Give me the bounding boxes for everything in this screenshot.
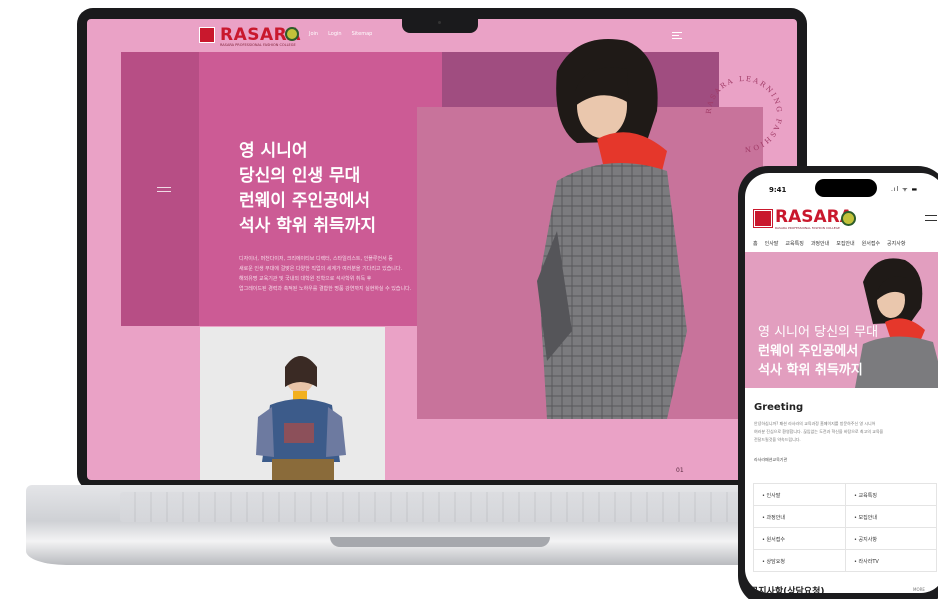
logo-mark-icon[interactable]	[754, 210, 772, 227]
greeting-line: 안녕하십니까? 패션 라사라의 교육과정 홈페이지를 방문하주신 영 시니어	[754, 421, 876, 426]
headline-line: 영 시니어	[239, 141, 308, 161]
laptop-screen: RASARA RASARA PROFESSIONAL FASHION COLLE…	[87, 19, 797, 480]
quick-links-grid: • 인사말 • 교육특징 • 과정안내 • 모집안내 • 원서접수 • 공지사항…	[753, 483, 937, 572]
mobile-hero-line3: 석사 학위 취득까지	[758, 363, 863, 378]
hero-paragraph: 디자이너, 머천다이저, 크리에이티브 디렉터, 스타일리스트, 인플루언서 등…	[239, 254, 411, 294]
quick-links-row: • 상담요청 • 라사라TV	[753, 550, 937, 572]
headline-line: 석사 학위 취득까지	[239, 216, 376, 236]
nav-login[interactable]: Login	[328, 31, 342, 37]
paragraph-line: 디자이너, 머천다이저, 크리에이티브 디렉터, 스타일리스트, 인플루언서 등	[239, 256, 393, 262]
quick-link[interactable]: • 과정안내	[754, 506, 845, 527]
headline-line: 당신의 인생 무대	[239, 166, 361, 186]
quick-link[interactable]: • 교육특징	[845, 484, 936, 505]
mobile-nav-item[interactable]: 과정안내	[811, 240, 829, 247]
logo-subtitle: RASARA PROFESSIONAL FASHION COLLEGE	[220, 43, 296, 47]
quick-link[interactable]: • 모집안내	[845, 506, 936, 527]
logo-mark-icon[interactable]	[199, 27, 215, 43]
status-time: 9:41	[769, 186, 787, 194]
laptop-keyboard	[120, 492, 760, 522]
phone-screen: 9:41 .ıl ᯤ ▬ RASARA RASARA PROFESSIONAL …	[745, 173, 938, 593]
paragraph-line: 업그레이드된 경력과 축적된 노하우를 결합한 명품 강연까지 실현하실 수 있…	[239, 286, 412, 292]
model-photo-main	[517, 31, 692, 419]
hamburger-menu-icon[interactable]	[925, 215, 937, 221]
hero-headline: 영 시니어 당신의 인생 무대 런웨이 주인공에서 석사 학위 취득까지	[239, 139, 376, 239]
laptop-notch	[402, 14, 478, 33]
mobile-hero-line1: 영 시니어 당신의 무대	[758, 325, 879, 340]
side-menu-icon[interactable]	[157, 187, 171, 192]
quick-link[interactable]: • 인사말	[754, 484, 845, 505]
dynamic-island	[815, 179, 877, 197]
greeting-title: Greeting	[754, 402, 804, 413]
mobile-nav-item[interactable]: 홈	[753, 240, 758, 247]
top-nav: Join Login Sitemap	[309, 31, 372, 37]
svg-text:RASARA LEARNING FASHION: RASARA LEARNING FASHION	[705, 75, 783, 153]
mobile-nav-item[interactable]: 교육특징	[785, 240, 803, 247]
quick-link[interactable]: • 상담요청	[754, 550, 845, 571]
circular-text: RASARA LEARNING FASHION	[705, 75, 781, 153]
mobile-nav-item[interactable]: 모집안내	[836, 240, 854, 247]
nav-join[interactable]: Join	[309, 31, 318, 37]
greeting-body: 안녕하십니까? 패션 라사라의 교육과정 홈페이지를 방문하주신 영 시니어 여…	[754, 420, 883, 444]
laptop-trackpad-notch	[330, 537, 550, 547]
notice-title: 공지사항(상담요청)	[750, 587, 825, 593]
mobile-hero-line2: 런웨이 주인공에서	[758, 344, 859, 359]
quick-links-row: • 원서접수 • 공지사항	[753, 528, 937, 550]
emblem-icon	[285, 27, 299, 41]
quick-link[interactable]: • 원서접수	[754, 528, 845, 549]
mobile-nav-item[interactable]: 원서접수	[862, 240, 880, 247]
quick-links-row: • 과정안내 • 모집안내	[753, 506, 937, 528]
model-photo-secondary	[200, 327, 385, 480]
paragraph-line: 새로운 인생 무대에 걸맞은 다양한 직업의 세계가 여러분을 기다리고 있습니…	[239, 266, 403, 272]
greeting-line: 전달드릴것을 약속드립니다.	[754, 437, 801, 442]
greeting-line: 여러분 진심으로 환영합니다. 끊임없는 도전과 혁신을 바탕으로 최고의 교육…	[754, 429, 884, 434]
mobile-nav: 홈 인사말 교육특징 과정안내 모집안내 원서접수 공지사항	[753, 240, 905, 247]
circular-badge-icon: RASARA LEARNING FASHION	[705, 75, 783, 153]
slide-number: 01	[676, 467, 684, 474]
mobile-nav-item[interactable]: 공지사항	[887, 240, 905, 247]
status-icons: .ıl ᯤ ▬	[891, 186, 919, 193]
emblem-icon	[841, 211, 856, 226]
quick-link[interactable]: • 공지사항	[845, 528, 936, 549]
greeting-signature: 라사라패션교육기관	[754, 457, 788, 462]
headline-line: 런웨이 주인공에서	[239, 191, 371, 211]
quick-link[interactable]: • 라사라TV	[845, 550, 936, 571]
quick-links-row: • 인사말 • 교육특징	[753, 483, 937, 506]
mobile-logo-subtitle: RASARA PROFESSIONAL FASHION COLLEGE	[775, 226, 840, 230]
paragraph-line: 해외유명 교육기관 및 국내외 대학원 진학으로 석사학위 취득 후	[239, 276, 372, 282]
nav-sitemap[interactable]: Sitemap	[352, 31, 373, 37]
notice-more-link[interactable]: MORE	[913, 587, 925, 592]
mobile-nav-item[interactable]: 인사말	[765, 240, 779, 247]
